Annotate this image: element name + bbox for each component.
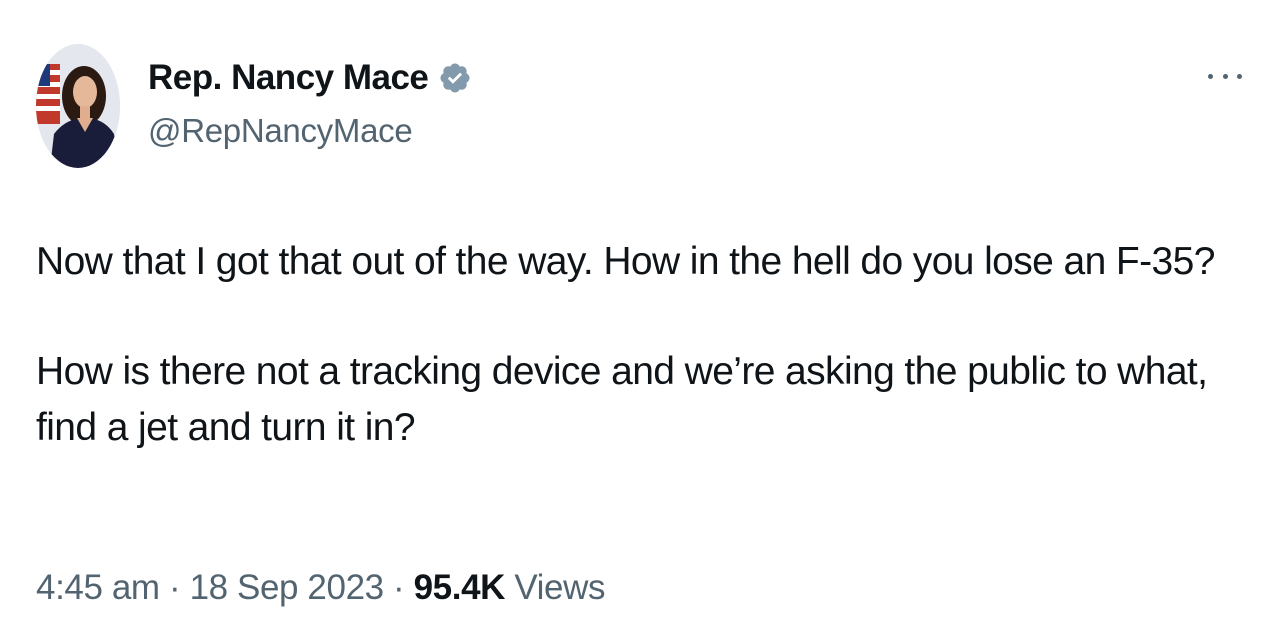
- more-dot: [1222, 73, 1228, 79]
- meta-separator: ·: [159, 568, 190, 607]
- avatar[interactable]: [36, 44, 120, 168]
- more-dot: [1208, 73, 1213, 79]
- author-handle[interactable]: @RepNancyMace: [148, 112, 472, 150]
- meta-separator: ·: [383, 568, 414, 607]
- display-name[interactable]: Rep. Nancy Mace: [148, 58, 429, 98]
- tweet-paragraph: How is there not a tracking device and w…: [36, 350, 1208, 449]
- more-options-icon[interactable]: [1208, 66, 1242, 86]
- views-label: Views: [505, 568, 606, 607]
- tweet-meta: 4:45 am · 18 Sep 2023 · 95.4K Views: [36, 568, 605, 608]
- tweet-header: Rep. Nancy Mace @RepNancyMace: [36, 44, 472, 168]
- name-row: Rep. Nancy Mace: [148, 58, 472, 98]
- avatar-image: [36, 44, 120, 168]
- tweet-time[interactable]: 4:45 am: [36, 568, 160, 607]
- tweet-date[interactable]: 18 Sep 2023: [190, 568, 385, 607]
- more-dot: [1237, 73, 1242, 79]
- verified-badge-icon: [438, 61, 472, 95]
- author-identity: Rep. Nancy Mace @RepNancyMace: [148, 58, 472, 150]
- tweet-card: Rep. Nancy Mace @RepNancyMace Now that I…: [0, 0, 1280, 640]
- views-count[interactable]: 95.4K: [414, 568, 506, 607]
- tweet-text: Now that I got that out of the way. How …: [36, 234, 1236, 456]
- tweet-paragraph: Now that I got that out of the way. How …: [36, 240, 1215, 283]
